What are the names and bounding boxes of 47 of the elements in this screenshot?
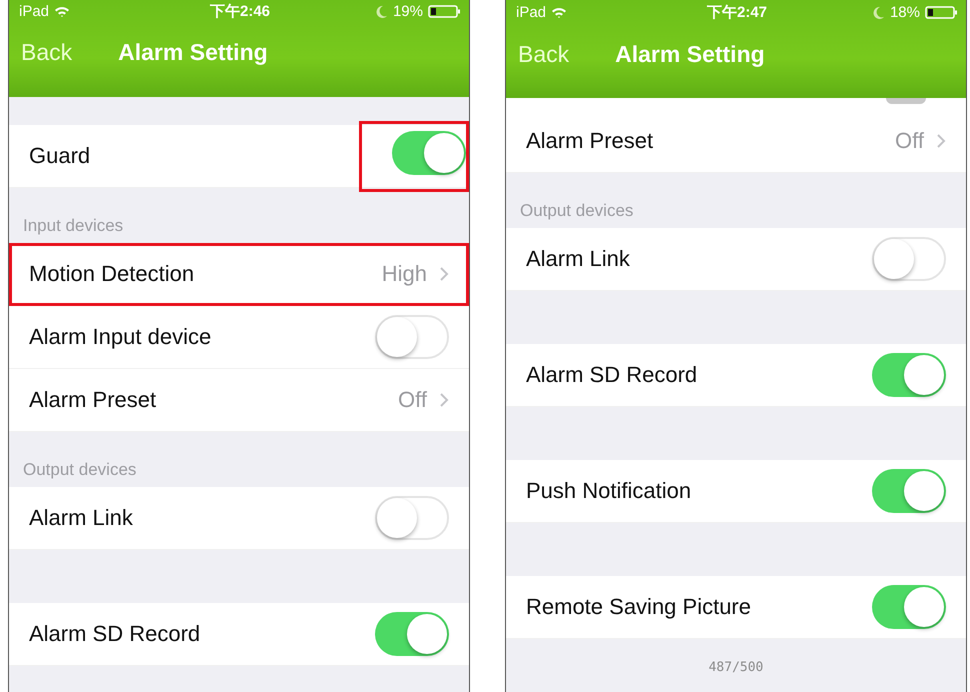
toggle-switch[interactable] bbox=[872, 237, 946, 281]
row-label: Alarm Preset bbox=[526, 128, 654, 154]
row-label: Alarm Preset bbox=[29, 387, 156, 413]
moon-icon bbox=[872, 6, 885, 19]
wifi-icon bbox=[54, 4, 70, 18]
row-value: Off bbox=[895, 128, 924, 154]
toggle-switch[interactable] bbox=[872, 585, 946, 629]
status-time: 下午2:46 bbox=[210, 2, 270, 20]
row-value: High bbox=[382, 261, 427, 287]
toggle-edge-icon bbox=[886, 98, 926, 104]
chevron-icon bbox=[936, 133, 946, 149]
row-label: Alarm SD Record bbox=[29, 621, 200, 647]
carrier-label: iPad bbox=[516, 4, 546, 21]
moon-icon bbox=[376, 4, 388, 18]
page-counter: 487/500 bbox=[708, 660, 764, 674]
toggle-switch[interactable] bbox=[375, 496, 449, 540]
row-label: Alarm Input device bbox=[29, 324, 212, 350]
settings-row[interactable]: Motion Detection High bbox=[9, 243, 469, 306]
row-label: Alarm Link bbox=[526, 246, 630, 272]
toggle-switch[interactable] bbox=[375, 315, 449, 359]
row-label: Alarm Link bbox=[29, 505, 133, 531]
settings-row[interactable]: Alarm Preset Off bbox=[506, 110, 966, 173]
battery-icon bbox=[925, 6, 958, 19]
row-value: Off bbox=[398, 387, 427, 413]
section-header: Output devices bbox=[519, 200, 634, 222]
row-label: Alarm SD Record bbox=[526, 362, 698, 388]
row-label: Guard bbox=[29, 143, 90, 169]
section-header: Input devices bbox=[22, 215, 124, 237]
status-time: 下午2:47 bbox=[706, 3, 768, 22]
battery-icon bbox=[428, 4, 461, 18]
toggle-switch[interactable] bbox=[375, 612, 449, 656]
battery-percent: 19% bbox=[392, 2, 423, 20]
toggle-switch[interactable] bbox=[872, 469, 946, 513]
battery-percent: 18% bbox=[890, 4, 920, 21]
screen-title: Alarm Setting bbox=[118, 39, 268, 66]
section-header: Output devices bbox=[22, 459, 138, 481]
toggle-switch[interactable] bbox=[872, 353, 946, 397]
row-label: Motion Detection bbox=[29, 261, 194, 287]
row-label: Push Notification bbox=[526, 478, 692, 504]
row-label: Remote Saving Picture bbox=[526, 594, 751, 620]
chevron-icon bbox=[439, 392, 449, 408]
chevron-icon bbox=[439, 266, 449, 282]
toggle-switch[interactable] bbox=[392, 130, 466, 174]
wifi-icon bbox=[551, 6, 568, 19]
carrier-label: iPad bbox=[19, 2, 50, 20]
settings-row[interactable]: Alarm Preset Off bbox=[9, 369, 469, 432]
screen-title: Alarm Setting bbox=[615, 41, 765, 68]
